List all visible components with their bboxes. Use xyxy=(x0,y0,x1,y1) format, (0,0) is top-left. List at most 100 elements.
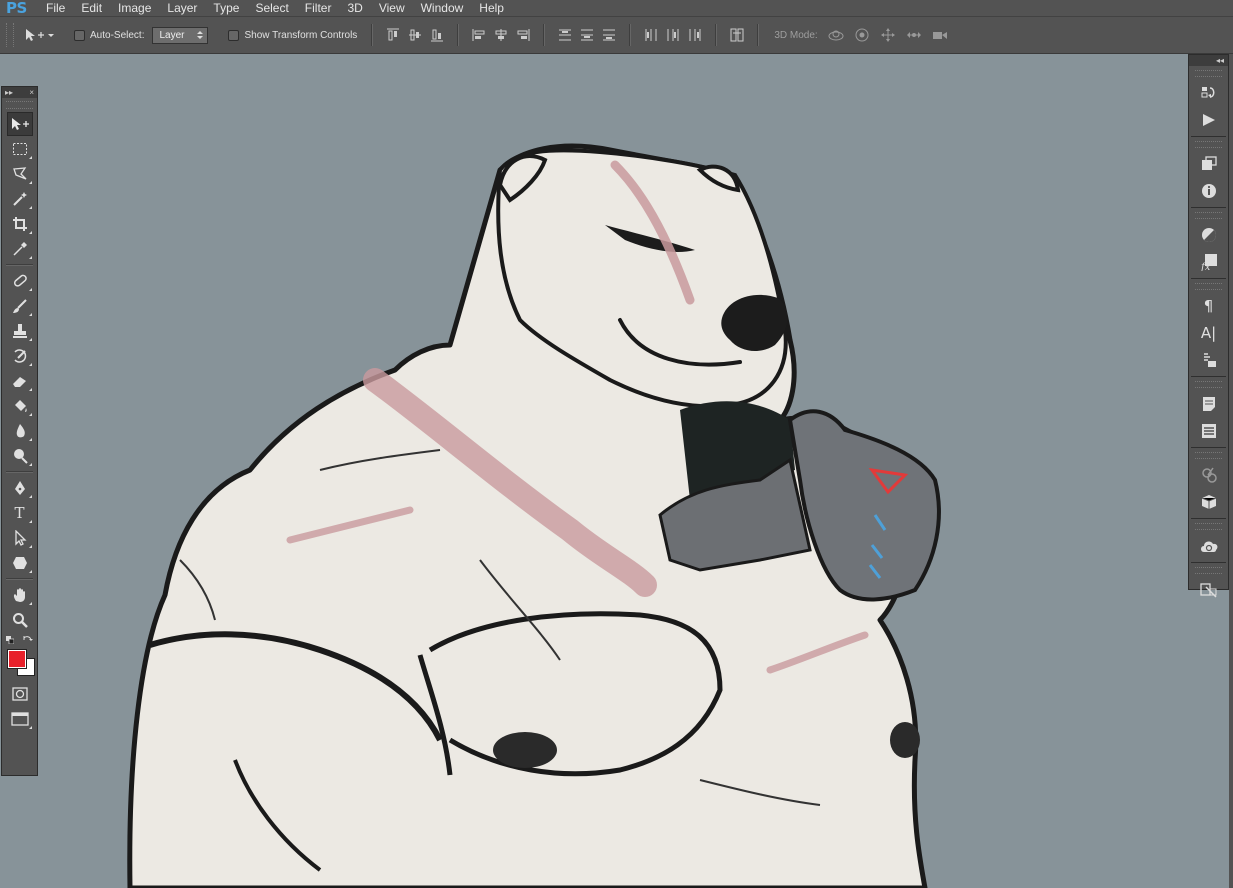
panel-expand-icon[interactable]: ▸▸ xyxy=(5,88,13,97)
menu-help[interactable]: Help xyxy=(471,0,512,16)
foreground-color-swatch[interactable] xyxy=(7,650,26,668)
distribute-top-edges-icon[interactable] xyxy=(558,28,572,42)
auto-align-layers-icon[interactable] xyxy=(730,28,744,42)
show-transform-option[interactable]: Show Transform Controls xyxy=(228,29,357,41)
magic-wand-tool[interactable] xyxy=(7,187,33,211)
options-separator xyxy=(715,24,718,46)
path-selection-icon xyxy=(14,530,27,546)
auto-select-checkbox[interactable] xyxy=(74,29,85,41)
dock-grip[interactable] xyxy=(1195,212,1222,219)
notes-panel-icon[interactable] xyxy=(1195,391,1223,417)
align-horizontal-centers-icon[interactable] xyxy=(494,28,508,42)
shape-tool[interactable] xyxy=(7,551,33,575)
hand-tool[interactable] xyxy=(7,583,33,607)
3d-cube-panel-icon[interactable] xyxy=(1195,489,1223,515)
type-tool[interactable]: T xyxy=(7,501,33,525)
menu-image[interactable]: Image xyxy=(110,0,159,16)
spot-healing-brush-tool[interactable] xyxy=(7,269,33,293)
quick-mask-mode[interactable] xyxy=(7,682,33,706)
pen-tool[interactable] xyxy=(7,476,33,500)
paragraph-styles-panel-icon[interactable] xyxy=(1195,418,1223,444)
dock-grip[interactable] xyxy=(1195,141,1222,148)
brush-tool[interactable] xyxy=(7,294,33,318)
distribute-left-edges-icon[interactable] xyxy=(644,28,658,42)
zoom-tool[interactable] xyxy=(7,608,33,632)
polygonal-lasso-tool[interactable] xyxy=(7,162,33,186)
character-styles-panel-icon[interactable] xyxy=(1195,347,1223,373)
3d-panel-icon[interactable] xyxy=(1195,151,1223,177)
tools-panel: ▸▸ × T xyxy=(1,86,38,776)
dock-grip[interactable] xyxy=(1195,70,1222,77)
menu-edit[interactable]: Edit xyxy=(73,0,110,16)
menu-window[interactable]: Window xyxy=(413,0,472,16)
eyedropper-tool[interactable] xyxy=(7,237,33,261)
adjustments-panel-icon[interactable] xyxy=(1195,222,1223,248)
dodge-tool[interactable] xyxy=(7,444,33,468)
paragraph-panel-icon[interactable]: ¶ xyxy=(1195,293,1223,319)
tools-panel-grip[interactable] xyxy=(6,101,33,109)
blur-tool[interactable] xyxy=(7,419,33,443)
align-right-edges-icon[interactable] xyxy=(516,28,530,42)
history-panel-icon[interactable] xyxy=(1195,80,1223,106)
dock-grip[interactable] xyxy=(1195,283,1222,290)
dock-collapse-button[interactable]: ◂◂ xyxy=(1189,55,1228,66)
align-left-edges-icon[interactable] xyxy=(472,28,486,42)
auto-select-target-dropdown[interactable]: Layer xyxy=(152,26,209,44)
menu-file[interactable]: File xyxy=(30,0,73,16)
options-bar-grip[interactable] xyxy=(6,23,14,47)
distribute-bottom-edges-icon[interactable] xyxy=(602,28,616,42)
dock-separator xyxy=(1191,278,1226,279)
dock-grip[interactable] xyxy=(1195,567,1222,574)
actions-panel-icon[interactable] xyxy=(1195,107,1223,133)
move-tool[interactable] xyxy=(6,112,33,136)
character-panel-icon[interactable]: A| xyxy=(1195,320,1223,346)
styles-panel-icon[interactable]: fx xyxy=(1195,249,1223,275)
dock-grip[interactable] xyxy=(1195,381,1222,388)
auto-select-option[interactable]: Auto-Select: Layer xyxy=(74,26,209,44)
clone-stamp-tool[interactable] xyxy=(7,319,33,343)
timeline-panel-icon[interactable] xyxy=(1195,577,1223,603)
crop-tool[interactable] xyxy=(7,212,33,236)
show-transform-checkbox[interactable] xyxy=(228,29,240,41)
menu-type[interactable]: Type xyxy=(205,0,247,16)
info-panel-icon[interactable] xyxy=(1195,178,1223,204)
rectangular-marquee-tool[interactable] xyxy=(7,137,33,161)
hexagon-icon xyxy=(12,557,27,569)
align-vertical-centers-icon[interactable] xyxy=(408,28,422,42)
dock-grip[interactable] xyxy=(1195,523,1222,530)
distribute-horizontal-centers-icon[interactable] xyxy=(666,28,680,42)
menu-filter[interactable]: Filter xyxy=(297,0,340,16)
3d-scale-icon[interactable] xyxy=(932,28,948,42)
distribute-right-edges-icon[interactable] xyxy=(688,28,702,42)
3d-roll-icon[interactable] xyxy=(854,28,870,42)
document-canvas[interactable] xyxy=(39,54,1188,888)
dock-separator xyxy=(1191,518,1226,519)
3d-slide-icon[interactable] xyxy=(906,28,922,42)
move-tool-icon xyxy=(26,29,54,41)
menu-3d[interactable]: 3D xyxy=(339,0,370,16)
history-brush-tool[interactable] xyxy=(7,344,33,368)
screen-mode[interactable] xyxy=(7,707,33,731)
3d-pan-icon[interactable] xyxy=(880,28,896,42)
color-swatches xyxy=(3,634,37,676)
3d-orbit-icon[interactable] xyxy=(828,28,844,42)
default-colors-icon[interactable] xyxy=(5,636,14,644)
brush-presets-panel-icon[interactable] xyxy=(1195,462,1223,488)
auto-select-target-value: Layer xyxy=(159,29,185,41)
eraser-tool[interactable] xyxy=(7,369,33,393)
libraries-panel-icon[interactable] xyxy=(1195,533,1223,559)
menu-layer[interactable]: Layer xyxy=(159,0,205,16)
menu-view[interactable]: View xyxy=(371,0,413,16)
dock-grip[interactable] xyxy=(1195,452,1222,459)
align-top-edges-icon[interactable] xyxy=(386,28,400,42)
paint-bucket-tool[interactable] xyxy=(7,394,33,418)
panel-close-icon[interactable]: × xyxy=(29,88,34,97)
swap-colors-icon[interactable] xyxy=(23,635,33,645)
paint-bucket-icon xyxy=(14,400,27,412)
distribute-vertical-centers-icon[interactable] xyxy=(580,28,594,42)
align-bottom-edges-icon[interactable] xyxy=(430,28,444,42)
tool-preset-picker[interactable] xyxy=(24,28,60,42)
path-selection-tool[interactable] xyxy=(7,526,33,550)
menu-select[interactable]: Select xyxy=(247,0,296,16)
tools-panel-header[interactable]: ▸▸ × xyxy=(2,87,37,98)
